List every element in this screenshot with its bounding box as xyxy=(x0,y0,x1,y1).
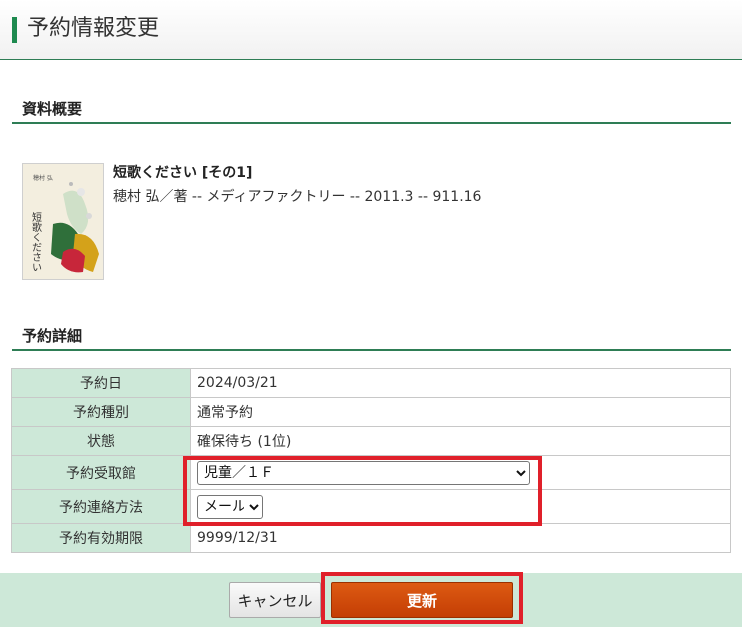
table-row: 予約連絡方法 メール xyxy=(11,489,731,524)
header-accent-bar xyxy=(12,17,17,43)
contact-label: 予約連絡方法 xyxy=(11,489,191,524)
book-meta: 穂村 弘／著 -- メディアファクトリー -- 2011.3 -- 911.16 xyxy=(113,189,482,205)
branch-label: 予約受取館 xyxy=(11,455,191,490)
cancel-button[interactable]: キャンセル xyxy=(229,582,321,618)
table-row: 予約有効期限 9999/12/31 xyxy=(11,523,731,553)
contact-method-select[interactable]: メール xyxy=(197,494,263,519)
contact-cell: メール xyxy=(190,489,731,524)
page-title: 予約情報変更 xyxy=(27,16,160,41)
table-row: 状態 確保待ち (1位) xyxy=(11,426,731,456)
svg-text:穂村 弘: 穂村 弘 xyxy=(33,174,53,182)
book-cover-image[interactable]: 穂村 弘 短歌ください xyxy=(22,163,104,280)
cover-title-text: 短歌ください xyxy=(30,211,42,272)
book-cover-illustration-icon: 穂村 弘 短歌ください xyxy=(23,164,103,279)
section-overview: 資料概要 xyxy=(12,95,731,124)
section-details: 予約詳細 xyxy=(12,322,731,351)
table-row: 予約種別 通常予約 xyxy=(11,397,731,427)
section-overview-title: 資料概要 xyxy=(22,100,83,118)
reserve-type-label: 予約種別 xyxy=(11,397,191,427)
branch-cell: 児童／１Ｆ xyxy=(190,455,731,490)
pickup-branch-select[interactable]: 児童／１Ｆ xyxy=(197,460,530,485)
status-label: 状態 xyxy=(11,426,191,456)
reserve-date-label: 予約日 xyxy=(11,368,191,398)
table-row: 予約日 2024/03/21 xyxy=(11,368,731,398)
reserve-date-value: 2024/03/21 xyxy=(190,368,731,398)
table-row: 予約受取館 児童／１Ｆ xyxy=(11,455,731,490)
update-button[interactable]: 更新 xyxy=(331,582,513,618)
reservation-detail-table: 予約日 2024/03/21 予約種別 通常予約 状態 確保待ち (1位) 予約… xyxy=(11,368,731,553)
page-header: 予約情報変更 xyxy=(0,0,742,60)
expiry-label: 予約有効期限 xyxy=(11,523,191,553)
section-details-title: 予約詳細 xyxy=(22,327,83,345)
status-value: 確保待ち (1位) xyxy=(190,426,731,456)
reserve-type-value: 通常予約 xyxy=(190,397,731,427)
book-title-link[interactable]: 短歌ください [その1] xyxy=(113,162,252,182)
expiry-value: 9999/12/31 xyxy=(190,523,731,553)
